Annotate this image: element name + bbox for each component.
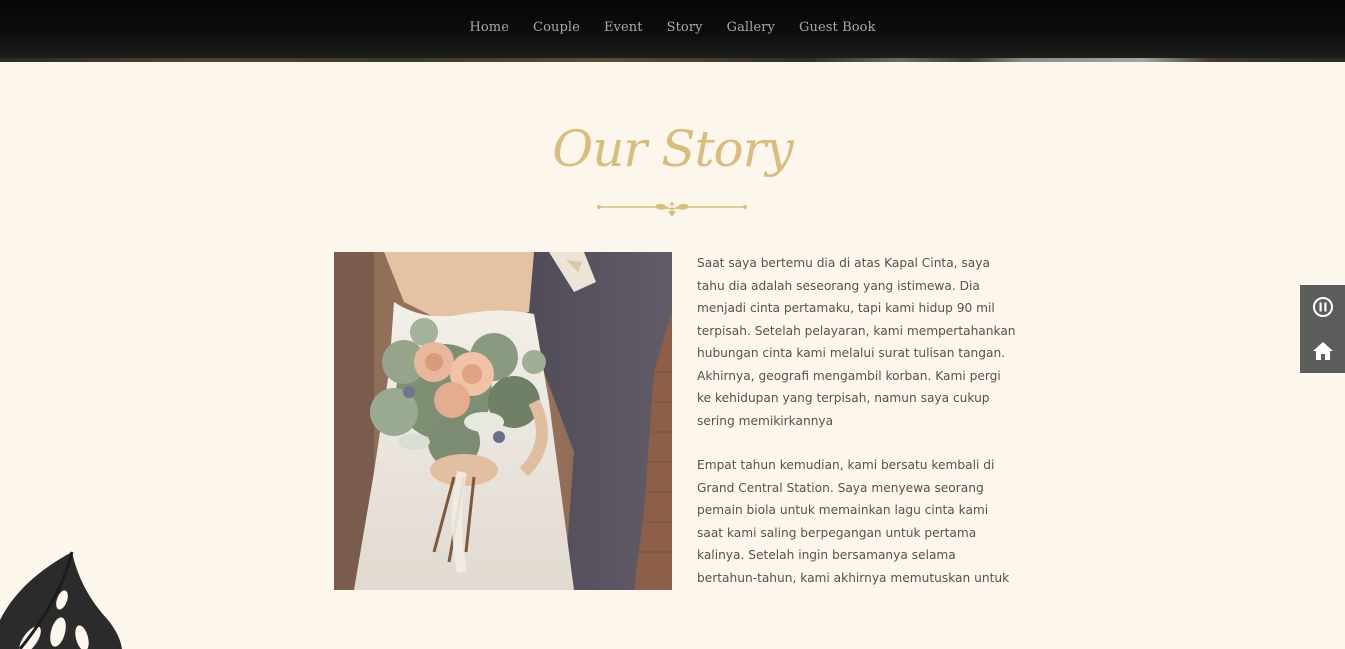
music-pause-button[interactable] xyxy=(1311,295,1335,319)
story-text: Saat saya bertemu dia di atas Kapal Cint… xyxy=(697,252,1017,611)
couple-photo xyxy=(334,252,672,590)
nav-item-gallery[interactable]: Gallery xyxy=(715,20,787,35)
nav-item-couple[interactable]: Couple xyxy=(521,20,592,35)
hero-image-strip xyxy=(0,58,1345,62)
nav-menu: Home Couple Event Story Gallery Guest Bo… xyxy=(457,20,887,35)
page: Home Couple Event Story Gallery Guest Bo… xyxy=(0,0,1345,649)
story-paragraph: Empat tahun kemudian, kami bersatu kemba… xyxy=(697,458,1010,585)
decorative-leaf-icon xyxy=(0,551,122,649)
side-controls xyxy=(1300,285,1345,373)
ornament-divider-icon xyxy=(597,202,747,217)
pause-circle-icon xyxy=(1312,297,1333,317)
nav-item-home[interactable]: Home xyxy=(457,20,521,35)
home-button[interactable] xyxy=(1311,339,1335,363)
top-navbar: Home Couple Event Story Gallery Guest Bo… xyxy=(0,0,1345,58)
nav-item-story[interactable]: Story xyxy=(655,20,715,35)
nav-item-guest-book[interactable]: Guest Book xyxy=(787,20,888,35)
section-title: Our Story xyxy=(552,120,794,178)
home-icon xyxy=(1312,342,1333,360)
story-paragraph: Saat saya bertemu dia di atas Kapal Cint… xyxy=(697,256,1016,428)
nav-item-event[interactable]: Event xyxy=(592,20,655,35)
